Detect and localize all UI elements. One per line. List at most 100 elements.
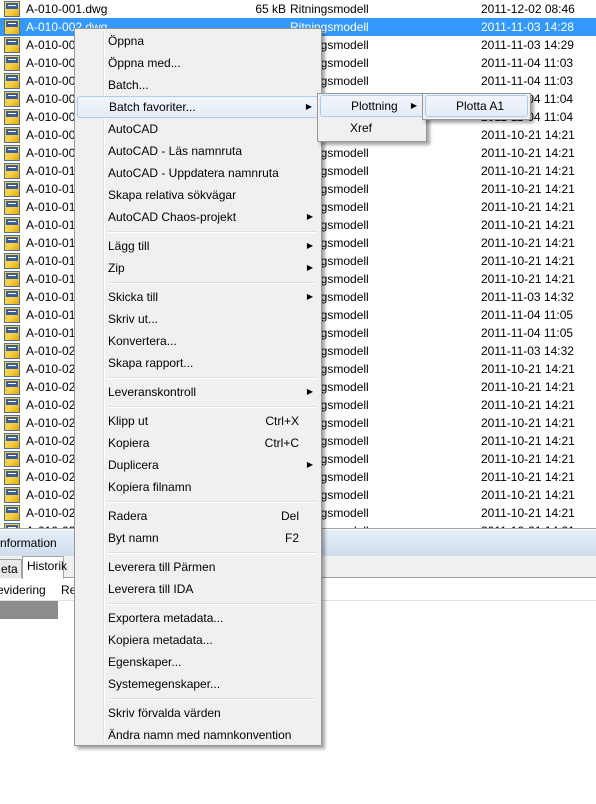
submenu-arrow-icon: ▶ [306,212,313,221]
menu-item-plotta-a1[interactable]: Plotta A1 [425,95,528,117]
menu-item-label: Batch... [108,78,149,92]
file-date: 2011-11-04 11:03 [481,74,574,88]
menu-item-label: Systemegenskaper... [108,677,221,691]
submenu-arrow-icon: ▶ [410,101,417,110]
file-date: 2011-10-21 14:21 [481,272,575,286]
file-date: 2011-11-03 14:28 [481,20,574,34]
history-cell[interactable] [0,601,58,619]
batch-favorites-submenu: Plottning ▶ Xref [317,93,427,142]
menu-item-kopiera[interactable]: Kopiera Ctrl+C [77,432,319,454]
menu-item-leverera-till-pärmen[interactable]: Leverera till Pärmen [77,556,319,578]
file-date: 2011-10-21 14:21 [481,200,575,214]
dwg-file-icon [4,523,20,528]
menu-item-label: Batch favoriter... [109,100,196,114]
dwg-file-icon [4,325,20,341]
menu-item-autocad-läs-namnruta[interactable]: AutoCAD - Läs namnruta [77,140,319,162]
menu-separator [77,374,319,381]
menu-item-shortcut: F2 [284,531,299,545]
menu-separator [77,695,319,702]
submenu-arrow-icon: ▶ [306,460,313,469]
file-date: 2011-10-21 14:21 [481,452,575,466]
menu-separator [77,549,319,556]
menu-item-shortcut: Del [280,509,299,523]
file-date: 2011-10-21 14:21 [481,128,575,142]
menu-item-label: Öppna [108,34,145,48]
menu-item-skapa-relativa-sökvägar[interactable]: Skapa relativa sökvägar [77,184,319,206]
dwg-file-icon [4,271,20,287]
menu-item-konvertera[interactable]: Konvertera... [77,330,319,352]
menu-item-radera[interactable]: Radera Del [77,505,319,527]
menu-item-kopiera-filnamn[interactable]: Kopiera filnamn [77,476,319,498]
file-date: 2011-12-02 08:46 [481,2,575,16]
dwg-file-icon [4,145,20,161]
menu-item-autocad[interactable]: AutoCAD [77,118,319,140]
menu-item-batch-favoriter[interactable]: Batch favoriter... ▶ [77,96,319,118]
menu-item-label: Duplicera [108,458,159,472]
dwg-file-icon [4,433,20,449]
menu-item-label: Kopiera filnamn [108,480,192,494]
menu-item-egenskaper[interactable]: Egenskaper... [77,651,319,673]
menu-item-autocad-chaos-projekt[interactable]: AutoCAD Chaos-projekt ▶ [77,206,319,228]
dwg-file-icon [4,73,20,89]
submenu-arrow-icon: ▶ [306,292,313,301]
menu-item-batch[interactable]: Batch... [77,74,319,96]
submenu-arrow-icon: ▶ [305,102,312,111]
dwg-file-icon [4,19,20,35]
menu-item-zip[interactable]: Zip ▶ [77,257,319,279]
dwg-file-icon [4,487,20,503]
dwg-file-icon [4,91,20,107]
dwg-file-icon [4,505,20,521]
menu-item-exportera-metadata[interactable]: Exportera metadata... [77,607,319,629]
dwg-file-icon [4,307,20,323]
menu-item-autocad-uppdatera-namnruta[interactable]: AutoCAD - Uppdatera namnruta [77,162,319,184]
file-date: 2011-10-21 14:21 [481,182,575,196]
menu-item-leverera-till-ida[interactable]: Leverera till IDA [77,578,319,600]
menu-separator [77,600,319,607]
dwg-file-icon [4,253,20,269]
menu-item-leveranskontroll[interactable]: Leveranskontroll ▶ [77,381,319,403]
file-date: 2011-11-03 14:32 [481,290,574,304]
dwg-file-icon [4,415,20,431]
menu-item-label: Skicka till [108,290,159,304]
menu-item-label: Ändra namn med namnkonvention [108,728,292,742]
menu-item-ändra-namn-med-namnkonvention[interactable]: Ändra namn med namnkonvention [77,724,319,746]
menu-item-label: Öppna med... [108,56,181,70]
dwg-file-icon [4,109,20,125]
menu-item-label: Lägg till [108,239,150,253]
menu-item-skriv-ut[interactable]: Skriv ut... [77,308,319,330]
menu-item-label: Byt namn [108,531,159,545]
menu-item-label: Konvertera... [108,334,177,348]
menu-item-systemegenskaper[interactable]: Systemegenskaper... [77,673,319,695]
file-date: 2011-11-04 11:05 [481,326,574,340]
menu-item-öppna-med[interactable]: Öppna med... [77,52,319,74]
menu-item-label: Kopiera [108,436,150,450]
file-date: 2011-10-21 14:21 [481,146,575,160]
menu-item-skicka-till[interactable]: Skicka till ▶ [77,286,319,308]
menu-item-xref[interactable]: Xref [320,117,424,139]
dwg-file-icon [4,55,20,71]
menu-separator [77,228,319,235]
menu-item-shortcut: Ctrl+C [264,436,299,450]
menu-item-skriv-förvalda-värden[interactable]: Skriv förvalda värden [77,702,319,724]
menu-item-byt-namn[interactable]: Byt namn F2 [77,527,319,549]
menu-item-label: Plottning [351,99,398,113]
menu-item-label: Skapa rapport... [108,356,194,370]
menu-item-plottning[interactable]: Plottning ▶ [320,95,424,117]
menu-item-duplicera[interactable]: Duplicera ▶ [77,454,319,476]
tab-historik[interactable]: Historik [22,556,67,579]
menu-item-label: AutoCAD Chaos-projekt [108,210,237,224]
menu-item-lägg-till[interactable]: Lägg till ▶ [77,235,319,257]
menu-item-label: Skriv förvalda värden [108,706,221,720]
menu-item-klipp-ut[interactable]: Klipp ut Ctrl+X [77,410,319,432]
menu-item-label: Leverera till IDA [108,582,194,596]
menu-item-label: Egenskaper... [108,655,182,669]
column-revidering[interactable]: evidering [0,579,46,601]
tab-meta[interactable]: eta [0,559,22,578]
menu-item-öppna[interactable]: Öppna [77,30,319,52]
submenu-arrow-icon: ▶ [306,241,313,250]
menu-item-label: Klipp ut [108,414,149,428]
file-row[interactable]: A-010-001.dwg 65 kB Ritningsmodell 2011-12-… [0,0,596,18]
menu-item-skapa-rapport[interactable]: Skapa rapport... [77,352,319,374]
menu-item-label: Kopiera metadata... [108,633,213,647]
menu-item-kopiera-metadata[interactable]: Kopiera metadata... [77,629,319,651]
